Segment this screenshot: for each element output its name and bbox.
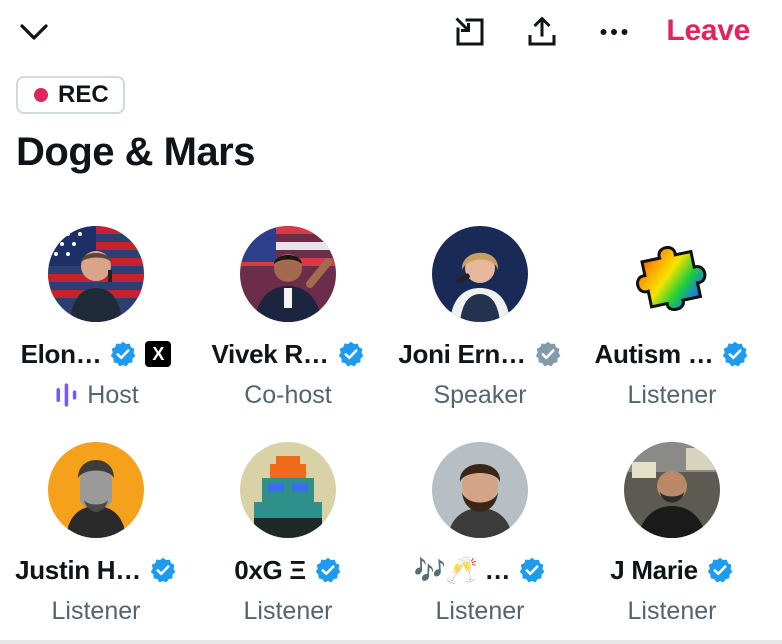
verified-badge-icon	[535, 341, 561, 367]
participant-name: 🎶🥂 …	[413, 554, 511, 585]
participant-card[interactable]: Vivek R… Co-host	[192, 226, 384, 412]
more-options-icon[interactable]	[594, 12, 634, 52]
verified-badge-icon	[315, 557, 341, 583]
participant-card[interactable]: Joni Ern… Speaker	[384, 226, 576, 412]
avatar	[624, 442, 720, 538]
top-bar: Leave	[0, 0, 782, 66]
avatar	[624, 226, 720, 322]
participant-role: Host	[87, 380, 139, 409]
participant-card[interactable]: Elon… X Host	[0, 226, 192, 412]
participant-card[interactable]: Autism … Listener	[576, 226, 768, 412]
recording-dot-icon	[34, 88, 48, 102]
participant-name: Joni Ern…	[398, 338, 526, 369]
participant-name: J Marie	[610, 554, 698, 585]
host-audio-icon	[56, 383, 77, 407]
participant-card[interactable]: 🎶🥂 … Listener	[384, 442, 576, 628]
avatar	[432, 442, 528, 538]
participant-role: Listener	[435, 596, 525, 625]
bottom-divider	[0, 640, 782, 644]
share-icon[interactable]	[522, 12, 562, 52]
participant-role: Speaker	[433, 380, 527, 409]
avatar	[432, 226, 528, 322]
verified-badge-icon	[150, 557, 176, 583]
participant-role: Listener	[243, 596, 333, 625]
participant-name: Justin H…	[15, 554, 141, 585]
participant-name: Vivek R…	[211, 338, 329, 369]
avatar	[240, 442, 336, 538]
participant-card[interactable]: Justin H… Listener	[0, 442, 192, 628]
avatar	[48, 226, 144, 322]
space-title: Doge & Mars	[16, 130, 256, 174]
participant-role: Listener	[627, 380, 717, 409]
participant-name: Elon…	[20, 338, 102, 369]
verified-badge-icon	[723, 341, 748, 367]
verified-badge-icon	[111, 341, 136, 367]
collapse-chevron-icon[interactable]	[14, 12, 54, 52]
participant-name: 0xG Ξ	[234, 554, 306, 585]
participant-name: Autism …	[594, 338, 714, 369]
dock-icon[interactable]	[450, 12, 490, 52]
participant-role: Listener	[51, 596, 141, 625]
participant-role: Listener	[627, 596, 717, 625]
avatar	[240, 226, 336, 322]
leave-button[interactable]: Leave	[666, 14, 750, 48]
x-affiliate-icon: X	[145, 341, 172, 367]
participant-role: Co-host	[244, 380, 332, 409]
avatar	[48, 442, 144, 538]
verified-badge-icon	[338, 341, 363, 367]
verified-badge-icon	[520, 557, 545, 583]
recording-badge: REC	[16, 76, 125, 114]
participant-card[interactable]: J Marie Listener	[576, 442, 768, 628]
participant-card[interactable]: 0xG Ξ Listener	[192, 442, 384, 628]
verified-badge-icon	[707, 557, 733, 583]
recording-label: REC	[58, 81, 109, 108]
